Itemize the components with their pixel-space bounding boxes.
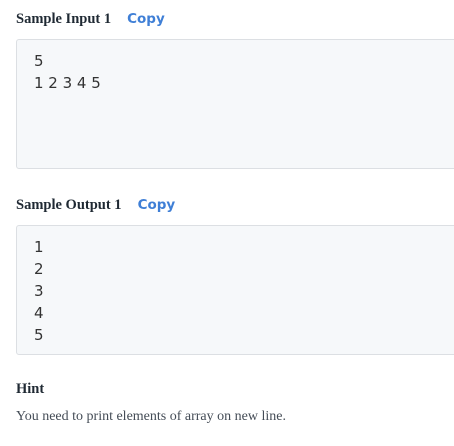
hint-title: Hint [16,381,45,397]
sample-input-line: 1 2 3 4 5 [34,74,101,92]
sample-output-line: 1 [34,238,44,256]
sample-input-line: 5 [34,52,44,70]
sample-output-title: Sample Output 1 [16,196,122,213]
sample-output-line: 4 [34,304,44,322]
sample-output-line: 2 [34,260,44,278]
sample-output-line: 5 [34,326,44,344]
sample-input-title: Sample Input 1 [16,10,112,27]
sample-input-box[interactable]: 5 1 2 3 4 5 [16,39,454,169]
sample-output-line: 3 [34,282,44,300]
sample-input-header: Sample Input 1 Copy [16,8,165,30]
sample-output-box[interactable]: 1 2 3 4 5 [16,225,454,355]
sample-output-header: Sample Output 1 Copy [16,194,175,216]
copy-output-button[interactable]: Copy [138,197,176,213]
copy-input-button[interactable]: Copy [127,11,165,27]
hint-text: You need to print elements of array on n… [16,409,286,424]
